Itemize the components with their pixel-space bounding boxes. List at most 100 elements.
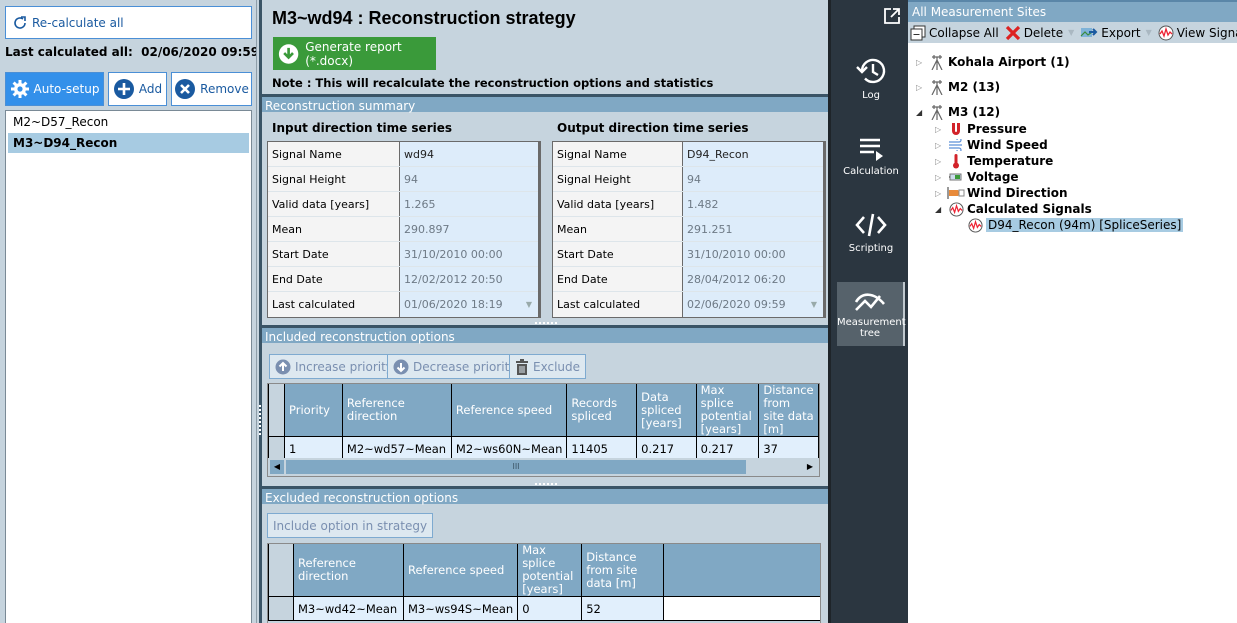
excluded-options-grid: Reference direction Reference speed Max …: [267, 543, 821, 623]
expand-icon[interactable]: ▷: [935, 173, 947, 182]
scroll-left-icon[interactable]: ◀: [270, 460, 284, 474]
kv-value: 290.897: [400, 217, 538, 241]
collapse-icon[interactable]: ◢: [916, 108, 928, 117]
tree-item[interactable]: ▷ Temperature: [935, 153, 1053, 169]
expand-icon[interactable]: ▷: [935, 157, 947, 166]
sidebar-item-measurement-tree[interactable]: Measurement tree: [837, 282, 906, 346]
list-item[interactable]: M3~D94_Recon: [8, 133, 249, 153]
mast-icon: [928, 79, 946, 95]
row-header-cell: [268, 436, 286, 458]
chevron-down-icon: ▼: [525, 300, 532, 309]
table-row[interactable]: M3~wd42~Mean M3~ws94S~Mean 0 52: [268, 596, 820, 621]
measurement-tree-panel: All Measurement Sites Collapse All Delet…: [908, 0, 1237, 623]
collapse-icon[interactable]: ◢: [935, 205, 947, 214]
expand-icon[interactable]: ▷: [935, 141, 947, 150]
tree-item[interactable]: ▷ M2 (13): [916, 79, 1000, 95]
signal-icon: [1158, 25, 1174, 40]
collapse-all-icon: [910, 25, 926, 40]
tree-item-label: Wind Speed: [967, 138, 1048, 152]
column-header[interactable]: Reference speed: [450, 384, 568, 437]
tool-sidebar: Log Calculation Scripting Measurement tr…: [828, 0, 908, 623]
tree-item[interactable]: ▷ Kohala Airport (1): [916, 54, 1070, 70]
collapse-all-button[interactable]: Collapse All: [910, 25, 999, 41]
kv-value-dropdown[interactable]: 01/06/2020 18:19 ▼: [400, 292, 538, 317]
output-series-title: Output direction time series: [557, 121, 749, 135]
reconstruction-summary-header: Reconstruction summary: [262, 94, 828, 113]
expand-icon[interactable]: ▷: [935, 125, 947, 134]
list-item[interactable]: M2~D57_Recon: [8, 112, 249, 132]
exclude-button[interactable]: Exclude: [509, 354, 587, 379]
column-header[interactable]: Priority: [284, 384, 343, 437]
tree-item-label: Pressure: [967, 122, 1027, 136]
column-header[interactable]: Data spliced [years]: [636, 384, 697, 437]
kv-row: Mean 291.251: [553, 217, 823, 242]
kv-key: Start Date: [553, 242, 683, 266]
add-button[interactable]: Add: [108, 72, 167, 106]
column-header[interactable]: Reference direction: [341, 384, 452, 437]
tree-item[interactable]: ▷ Wind Speed: [935, 137, 1048, 153]
expand-icon[interactable]: ▷: [935, 189, 947, 198]
tree-item[interactable]: ◢ M3 (12): [916, 104, 1000, 120]
column-header[interactable]: Distance from site data [m]: [758, 384, 819, 437]
kv-row: Signal Name wd94: [268, 142, 538, 167]
tree-item[interactable]: D94_Recon (94m) [SpliceSeries]: [966, 217, 1184, 233]
exclude-label: Exclude: [533, 359, 581, 374]
signal-icon: [947, 201, 965, 217]
kv-key: Signal Height: [553, 167, 683, 191]
kv-row: End Date 28/04/2012 06:20: [553, 267, 823, 292]
column-header[interactable]: Distance from site data [m]: [581, 544, 665, 597]
expand-icon[interactable]: ▷: [916, 83, 928, 92]
remove-button[interactable]: Remove: [171, 72, 252, 106]
sidebar-item-scripting[interactable]: Scripting: [837, 210, 905, 254]
kv-value-dropdown[interactable]: 02/06/2020 09:59 ▼: [683, 292, 823, 317]
download-icon: [278, 43, 299, 64]
kv-row: Start Date 31/10/2010 00:00: [268, 242, 538, 267]
signal-icon: [966, 217, 984, 233]
column-header[interactable]: Max splice potential [years]: [695, 384, 760, 437]
column-header[interactable]: Reference speed: [402, 544, 519, 597]
note-text: Note : This will recalculate the reconst…: [272, 76, 714, 90]
recalculate-all-label: Re-calculate all: [32, 15, 124, 30]
kv-value: 1.482: [683, 192, 823, 216]
main-panel: M3~wd94 : Reconstruction strategy Genera…: [262, 0, 828, 623]
column-header[interactable]: Max splice potential [years]: [517, 544, 583, 597]
column-header[interactable]: Reference direction: [293, 544, 404, 597]
export-button[interactable]: Export ▼: [1080, 26, 1152, 40]
chevron-down-icon: ▼: [1145, 28, 1152, 37]
view-signal-button[interactable]: View Signal: [1158, 25, 1237, 41]
decrease-priority-label: Decrease priority: [413, 359, 517, 374]
horizontal-scrollbar[interactable]: ◀ III ▶: [267, 458, 820, 477]
tree-item[interactable]: ▷ Wind Direction: [935, 185, 1068, 201]
increase-priority-button[interactable]: Increase priority: [269, 354, 399, 379]
decrease-priority-button[interactable]: Decrease priority: [387, 354, 523, 379]
tree-item-label: D94_Recon (94m) [SpliceSeries]: [986, 218, 1184, 232]
output-series-table: Signal Name D94_Recon Signal Height 94 Val…: [552, 141, 826, 318]
auto-setup-button[interactable]: Auto-setup: [5, 72, 104, 106]
include-option-button[interactable]: Include option in strategy: [267, 513, 434, 538]
popout-icon[interactable]: [883, 7, 901, 28]
scroll-right-icon[interactable]: ▶: [803, 460, 817, 474]
kv-value: wd94: [400, 142, 538, 166]
tree-item[interactable]: ▷ Voltage: [935, 169, 1019, 185]
delete-button[interactable]: Delete ▼: [1005, 25, 1074, 41]
calculation-icon: [860, 138, 883, 161]
tree-item-label: M3 (12): [948, 105, 1001, 119]
expand-icon[interactable]: ▷: [916, 58, 928, 67]
input-series-title: Input direction time series: [272, 121, 453, 135]
kv-row: Last calculated 02/06/2020 09:59 ▼: [553, 292, 823, 317]
table-cell: 37: [758, 436, 819, 458]
sidebar-item-calculation[interactable]: Calculation: [837, 135, 905, 177]
column-header[interactable]: Records spliced: [566, 384, 638, 437]
kv-row: Start Date 31/10/2010 00:00: [553, 242, 823, 267]
table-row[interactable]: 1 M2~wd57~Mean M2~ws60N~Mean 11405 0.217…: [268, 436, 819, 458]
recalculate-all-button[interactable]: Re-calculate all: [5, 6, 252, 39]
tree-item[interactable]: ◢ Calculated Signals: [935, 201, 1092, 217]
sidebar-item-log[interactable]: Log: [837, 55, 905, 101]
kv-value: 31/10/2010 00:00: [683, 242, 823, 266]
generate-report-button[interactable]: Generate report (*.docx): [273, 37, 436, 70]
scrollbar-thumb[interactable]: III: [286, 460, 746, 474]
tree-item[interactable]: ▷ Pressure: [935, 121, 1027, 137]
excluded-options-header: Excluded reconstruction options: [262, 486, 828, 505]
history-icon: [856, 58, 886, 84]
kv-row: Valid data [years] 1.482: [553, 192, 823, 217]
